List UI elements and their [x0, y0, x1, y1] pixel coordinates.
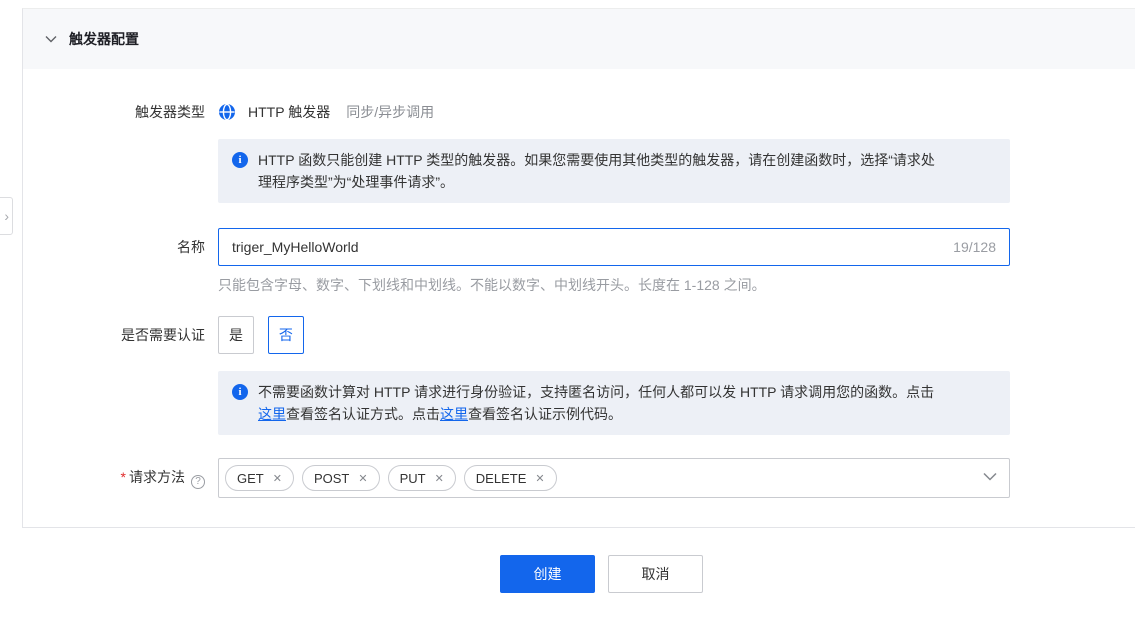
- trigger-name-input[interactable]: [218, 228, 1010, 266]
- name-row: 名称 19/128: [46, 228, 1135, 266]
- auth-label: 是否需要认证: [46, 325, 218, 345]
- method-tag-delete: DELETE ✕: [464, 465, 557, 491]
- chevron-right-icon: ›: [4, 208, 9, 224]
- anonymous-access-notice: i 不需要函数计算对 HTTP 请求进行身份验证，支持匿名访问，任何人都可以发 …: [218, 371, 1010, 435]
- notice1-line2: 理程序类型”为“处理事件请求”。: [258, 171, 935, 193]
- signature-auth-link[interactable]: 这里: [258, 406, 286, 422]
- panel-header[interactable]: 触发器配置: [23, 9, 1135, 69]
- auth-row: 是否需要认证 是 否: [46, 316, 1135, 354]
- auth-no-button[interactable]: 否: [268, 316, 304, 354]
- side-panel-expander[interactable]: ›: [0, 197, 13, 235]
- remove-tag-icon[interactable]: ✕: [435, 472, 444, 485]
- notice2-line2: 这里查看签名认证方式。点击这里查看签名认证示例代码。: [258, 403, 934, 425]
- remove-tag-icon[interactable]: ✕: [358, 472, 367, 485]
- info-icon: i: [232, 384, 248, 400]
- trigger-config-page: › 触发器配置 触发器类型 HTTP 触发器 同步/异步调用: [0, 0, 1135, 621]
- help-question-icon[interactable]: ?: [191, 475, 205, 489]
- required-asterisk: *: [121, 469, 126, 485]
- invoke-mode-value: 同步/异步调用: [346, 102, 434, 122]
- notice1-line1: HTTP 函数只能创建 HTTP 类型的触发器。如果您需要使用其他类型的触发器，…: [258, 149, 935, 171]
- trigger-config-panel: 触发器配置 触发器类型 HTTP 触发器 同步/异步调用 i: [22, 8, 1135, 528]
- http-trigger-notice: i HTTP 函数只能创建 HTTP 类型的触发器。如果您需要使用其他类型的触发…: [218, 139, 1010, 203]
- chevron-down-icon[interactable]: [45, 35, 57, 43]
- chevron-down-icon[interactable]: [983, 472, 997, 481]
- notice2-line1: 不需要函数计算对 HTTP 请求进行身份验证，支持匿名访问，任何人都可以发 HT…: [258, 381, 934, 403]
- method-tag-put: PUT ✕: [388, 465, 456, 491]
- panel-title: 触发器配置: [69, 29, 139, 49]
- method-tag-post: POST ✕: [302, 465, 380, 491]
- remove-tag-icon[interactable]: ✕: [273, 472, 282, 485]
- trigger-type-label: 触发器类型: [46, 102, 218, 122]
- panel-body: 触发器类型 HTTP 触发器 同步/异步调用 i HTTP 函数只能创建 HTT…: [23, 69, 1135, 498]
- trigger-type-value: HTTP 触发器: [248, 102, 330, 122]
- method-label: 请求方法: [129, 469, 185, 485]
- name-validation-hint: 只能包含字母、数字、下划线和中划线。不能以数字、中划线开头。长度在 1-128 …: [218, 276, 1135, 294]
- method-tag-get: GET ✕: [225, 465, 294, 491]
- signature-sample-link[interactable]: 这里: [440, 406, 468, 422]
- trigger-type-row: 触发器类型 HTTP 触发器 同步/异步调用: [46, 101, 1135, 123]
- remove-tag-icon[interactable]: ✕: [535, 472, 544, 485]
- name-label: 名称: [46, 228, 218, 266]
- method-multiselect[interactable]: GET ✕ POST ✕ PUT ✕ DELETE ✕: [218, 458, 1010, 498]
- create-button[interactable]: 创建: [500, 555, 595, 593]
- char-counter: 19/128: [953, 228, 996, 266]
- request-method-row: *请求方法? GET ✕ POST ✕ PUT ✕: [46, 458, 1135, 498]
- cancel-button[interactable]: 取消: [608, 555, 703, 593]
- info-icon: i: [232, 152, 248, 168]
- auth-yes-button[interactable]: 是: [218, 316, 254, 354]
- globe-icon: [218, 103, 236, 121]
